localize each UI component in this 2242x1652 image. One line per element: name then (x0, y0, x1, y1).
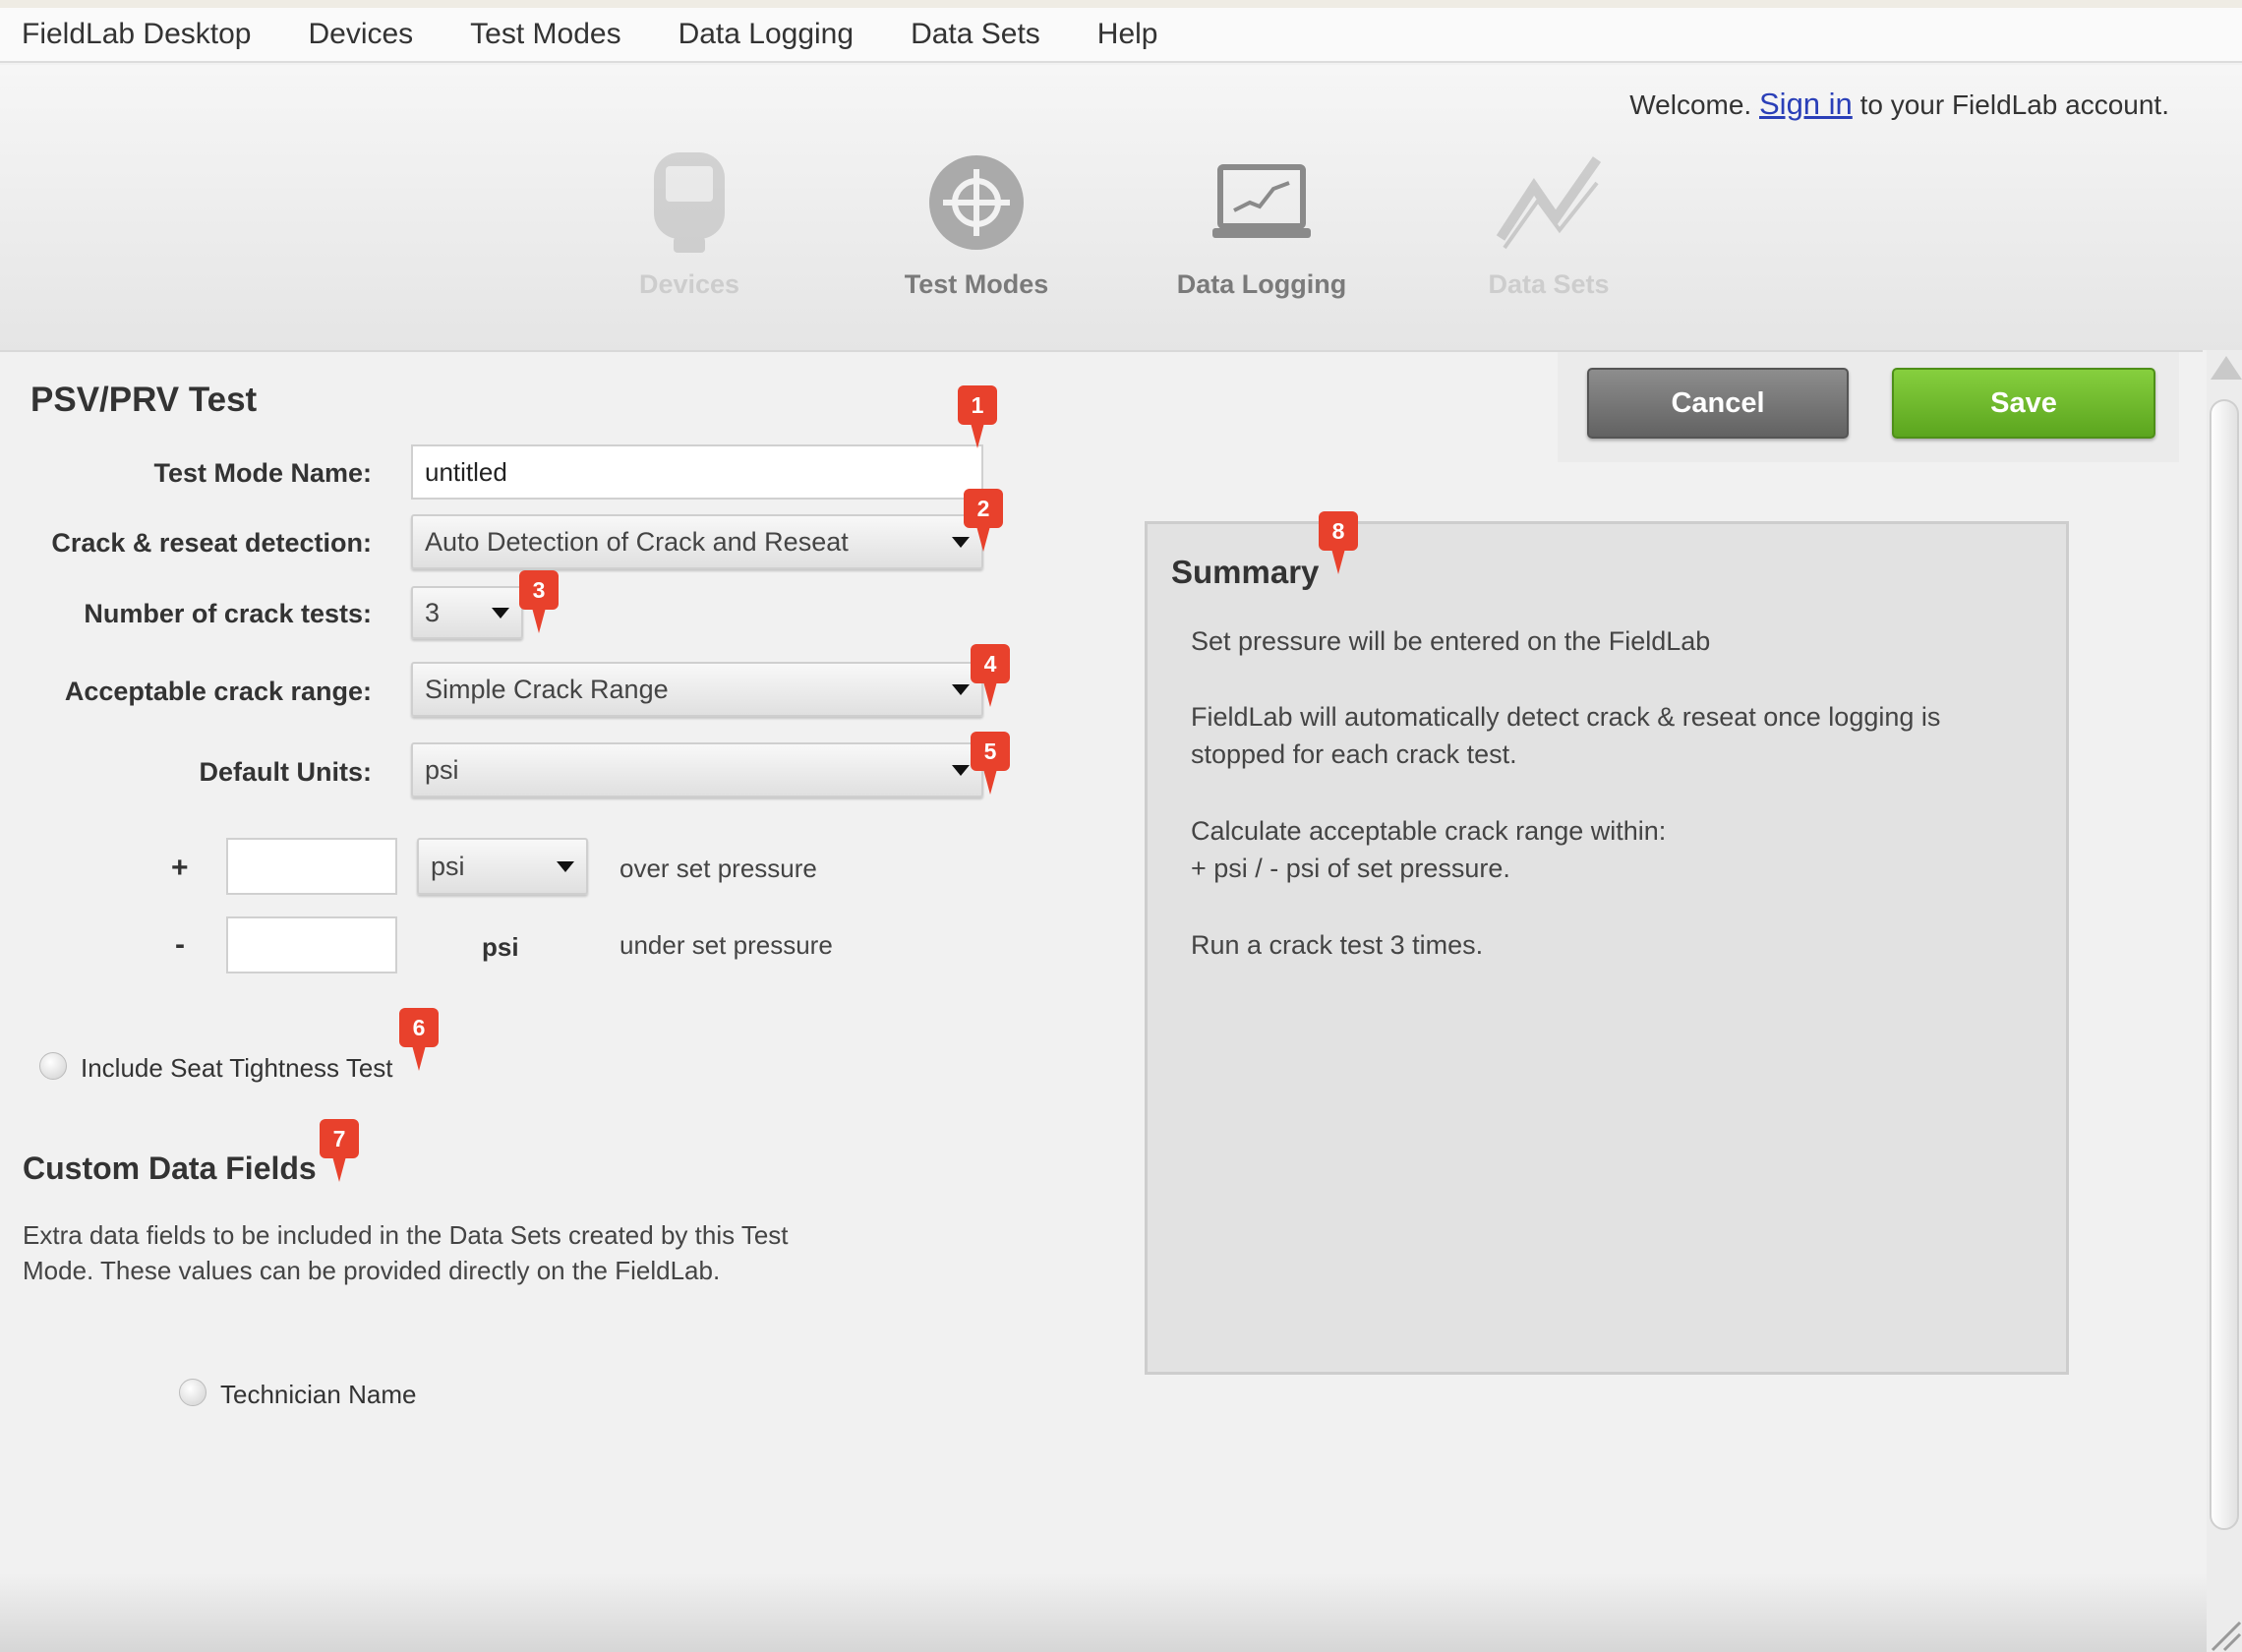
callout-marker-4: 4 (971, 644, 1010, 707)
window-top-strip (0, 0, 2242, 8)
crosshair-icon (922, 144, 1031, 262)
summary-line-auto-detect-1: FieldLab will automatically detect crack… (1191, 702, 1941, 732)
nav-test-modes-label: Test Modes (904, 269, 1049, 299)
under-pressure-input[interactable] (226, 916, 397, 974)
callout-marker-8: 8 (1319, 511, 1358, 574)
callout-marker-6: 6 (399, 1008, 439, 1071)
callout-number: 4 (971, 644, 1010, 683)
chevron-down-icon (952, 765, 970, 776)
test-mode-name-input[interactable]: untitled (411, 444, 983, 500)
callout-marker-3: 3 (519, 570, 559, 633)
technician-name-checkbox[interactable] (179, 1379, 206, 1406)
custom-data-desc-line1: Extra data fields to be included in the … (23, 1220, 789, 1250)
app-window: FieldLab Desktop Devices Test Modes Data… (0, 0, 2242, 1652)
nav-data-sets-label: Data Sets (1488, 269, 1610, 299)
callout-marker-7: 7 (320, 1119, 359, 1182)
page-title: PSV/PRV Test (30, 381, 258, 419)
menu-data-sets[interactable]: Data Sets (911, 18, 1040, 51)
welcome-prefix: Welcome. (1629, 89, 1752, 120)
menu-help[interactable]: Help (1097, 18, 1158, 51)
callout-number: 7 (320, 1119, 359, 1158)
seat-tightness-label: Include Seat Tightness Test (81, 1053, 393, 1083)
default-units-select[interactable]: psi (411, 742, 983, 797)
laptop-chart-icon (1208, 144, 1316, 262)
callout-number: 5 (971, 732, 1010, 771)
nav-data-logging-label: Data Logging (1176, 269, 1347, 299)
custom-data-desc-line2: Mode. These values can be provided direc… (23, 1256, 721, 1285)
crack-reseat-select[interactable]: Auto Detection of Crack and Reseat (411, 514, 983, 569)
technician-name-label: Technician Name (220, 1380, 417, 1409)
callout-marker-1: 1 (958, 385, 997, 448)
nav-test-modes[interactable]: Test Modes (868, 144, 1085, 300)
nav-devices[interactable]: Devices (581, 144, 797, 300)
crack-tests-count-select[interactable]: 3 (411, 586, 523, 639)
default-units-label: Default Units: (199, 757, 373, 787)
over-pressure-text: over set pressure (620, 854, 817, 883)
nav-devices-label: Devices (638, 269, 740, 299)
crack-range-label: Acceptable crack range: (64, 677, 372, 706)
chevron-down-icon (557, 861, 574, 872)
nav-header: Welcome. Sign in to your FieldLab accoun… (0, 65, 2242, 350)
callout-number: 2 (964, 489, 1003, 528)
crack-tests-count-label: Number of crack tests: (84, 599, 372, 628)
crack-range-select[interactable]: Simple Crack Range (411, 662, 983, 717)
welcome-message: Welcome. Sign in to your FieldLab accoun… (1629, 87, 2169, 122)
summary-line-range-2: + psi / - psi of set pressure. (1191, 854, 1510, 883)
nav-data-sets[interactable]: Data Sets (1441, 144, 1657, 300)
nav-data-logging[interactable]: Data Logging (1153, 144, 1370, 300)
summary-title: Summary (1171, 554, 1320, 590)
menu-devices[interactable]: Devices (308, 18, 413, 51)
chevron-down-icon (492, 608, 509, 619)
plus-sign: + (171, 852, 189, 884)
sign-in-link[interactable]: Sign in (1759, 87, 1853, 121)
custom-data-fields-title: Custom Data Fields (23, 1150, 317, 1186)
callout-marker-5: 5 (971, 732, 1010, 795)
scroll-up-arrow-icon[interactable] (2211, 356, 2242, 380)
crack-reseat-label: Crack & reseat detection: (51, 528, 372, 558)
resize-grip-icon[interactable] (2207, 1613, 2242, 1652)
save-button[interactable]: Save (1892, 368, 2155, 439)
device-icon (635, 144, 743, 262)
test-mode-name-label: Test Mode Name: (153, 458, 372, 488)
menu-data-logging[interactable]: Data Logging (678, 18, 854, 51)
under-pressure-unit: psi (482, 932, 519, 962)
summary-line-range-1: Calculate acceptable crack range within: (1191, 816, 1667, 846)
callout-number: 3 (519, 570, 559, 610)
welcome-suffix: to your FieldLab account. (1859, 89, 2169, 120)
callout-number: 1 (958, 385, 997, 425)
cancel-button[interactable]: Cancel (1587, 368, 1849, 439)
chevron-down-icon (952, 684, 970, 695)
callout-marker-2: 2 (964, 489, 1003, 552)
crack-reseat-value: Auto Detection of Crack and Reseat (425, 526, 849, 557)
crack-range-value: Simple Crack Range (425, 674, 669, 704)
menu-test-modes[interactable]: Test Modes (470, 18, 620, 51)
scrollbar-thumb[interactable] (2210, 399, 2239, 1530)
over-pressure-unit-value: psi (431, 851, 465, 881)
summary-panel: Summary Set pressure will be entered on … (1145, 521, 2069, 1375)
menu-fieldlab-desktop[interactable]: FieldLab Desktop (22, 18, 251, 51)
summary-line-set-pressure: Set pressure will be entered on the Fiel… (1191, 626, 1711, 656)
crack-tests-count-value: 3 (425, 597, 441, 627)
bottom-status-bar (0, 1573, 2207, 1652)
summary-line-run-count: Run a crack test 3 times. (1191, 930, 1484, 960)
under-pressure-text: under set pressure (620, 930, 833, 960)
menu-bar: FieldLab Desktop Devices Test Modes Data… (0, 8, 2242, 63)
default-units-value: psi (425, 754, 459, 785)
summary-line-auto-detect-2: stopped for each crack test. (1191, 739, 1517, 769)
callout-number: 8 (1319, 511, 1358, 551)
seat-tightness-checkbox[interactable] (39, 1052, 67, 1080)
over-pressure-input[interactable] (226, 838, 397, 895)
minus-sign: - (175, 928, 185, 961)
over-pressure-unit-select[interactable]: psi (417, 838, 588, 895)
trend-line-icon (1495, 144, 1603, 262)
callout-number: 6 (399, 1008, 439, 1047)
